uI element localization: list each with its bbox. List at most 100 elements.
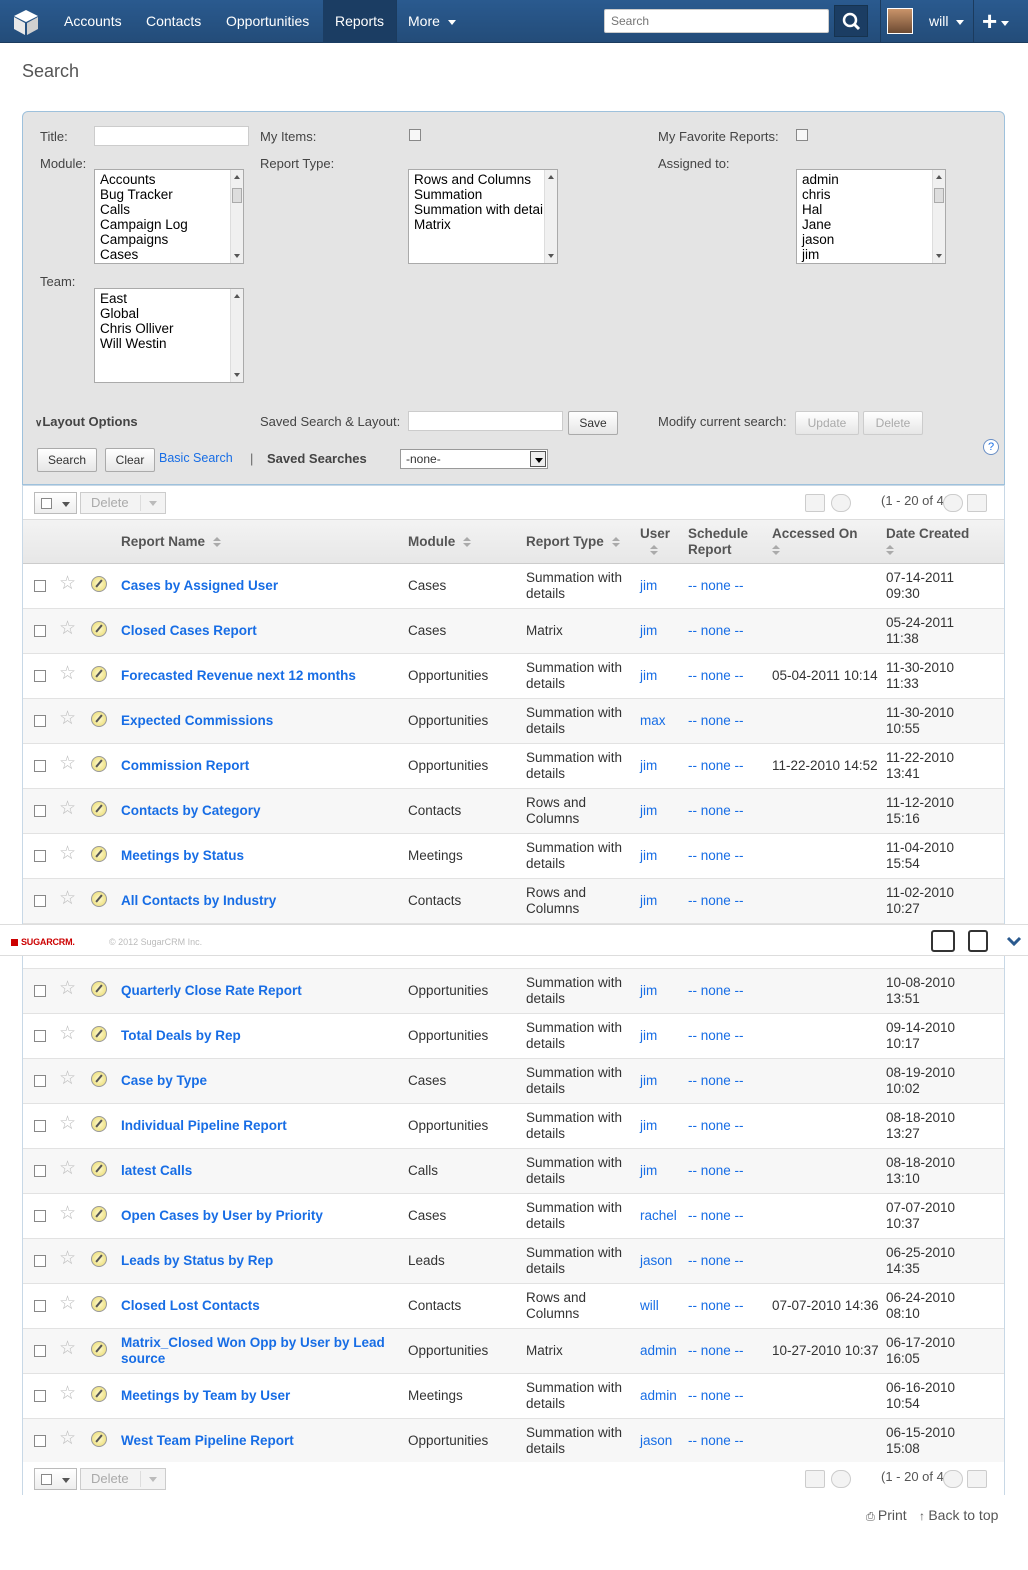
global-search-input[interactable] bbox=[604, 9, 829, 33]
edit-icon[interactable] bbox=[91, 1341, 107, 1357]
list-item[interactable]: admin bbox=[797, 172, 945, 187]
scroll-down-icon[interactable] bbox=[548, 254, 554, 258]
nav-opportunities[interactable]: Opportunities bbox=[214, 0, 321, 43]
last-page-icon[interactable] bbox=[967, 494, 987, 512]
list-item[interactable]: Campaigns bbox=[95, 232, 243, 247]
list-item[interactable]: chris bbox=[797, 187, 945, 202]
report-name-link[interactable]: Expected Commissions bbox=[121, 713, 273, 729]
schedule-link[interactable]: -- none -- bbox=[688, 578, 744, 594]
row-checkbox[interactable] bbox=[34, 1300, 46, 1312]
schedule-link[interactable]: -- none -- bbox=[688, 1298, 744, 1314]
chevron-down-icon[interactable] bbox=[1006, 933, 1022, 949]
row-checkbox[interactable] bbox=[34, 1075, 46, 1087]
list-item[interactable]: Jane bbox=[797, 217, 945, 232]
row-checkbox[interactable] bbox=[34, 1255, 46, 1267]
user-link[interactable]: will bbox=[640, 1298, 659, 1314]
report-name-link[interactable]: Leads by Status by Rep bbox=[121, 1253, 273, 1269]
report-name-link[interactable]: Closed Lost Contacts bbox=[121, 1298, 260, 1314]
list-item[interactable]: Will Westin bbox=[95, 336, 243, 351]
nav-reports[interactable]: Reports bbox=[323, 0, 397, 43]
document-icon[interactable] bbox=[968, 930, 988, 952]
clear-button[interactable]: Clear bbox=[105, 448, 155, 472]
table-row[interactable]: ☆ Open Cases by User by Priority Cases Summ… bbox=[23, 1194, 1004, 1239]
table-row[interactable]: ☆ latest Calls Calls Summation with details j… bbox=[23, 1149, 1004, 1194]
user-link[interactable]: jim bbox=[640, 803, 657, 819]
star-icon[interactable]: ☆ bbox=[59, 889, 76, 909]
user-link[interactable]: max bbox=[640, 713, 666, 729]
star-icon[interactable]: ☆ bbox=[59, 664, 76, 684]
schedule-link[interactable]: -- none -- bbox=[688, 623, 744, 639]
col-module[interactable]: Module bbox=[408, 534, 472, 550]
report-name-link[interactable]: Meetings by Team by User bbox=[121, 1388, 290, 1404]
search-button[interactable]: Search bbox=[37, 448, 97, 472]
schedule-link[interactable]: -- none -- bbox=[688, 1388, 744, 1404]
table-row[interactable]: ☆ Closed Lost Contacts Contacts Rows and Col… bbox=[23, 1284, 1004, 1329]
list-item[interactable]: Rows and Columns bbox=[409, 172, 557, 187]
scrollbar[interactable] bbox=[544, 170, 557, 263]
table-row[interactable]: ☆ Meetings by Team by User Meetings Summati… bbox=[23, 1374, 1004, 1419]
list-item[interactable]: Summation with detai bbox=[409, 202, 557, 217]
scroll-up-icon[interactable] bbox=[234, 175, 240, 179]
row-checkbox[interactable] bbox=[34, 805, 46, 817]
row-checkbox[interactable] bbox=[34, 760, 46, 772]
update-button[interactable]: Update bbox=[795, 411, 859, 435]
table-row[interactable]: ☆ Commission Report Opportunities Summation… bbox=[23, 744, 1004, 789]
schedule-link[interactable]: -- none -- bbox=[688, 1028, 744, 1044]
report-name-link[interactable]: Closed Cases Report bbox=[121, 623, 257, 639]
edit-icon[interactable] bbox=[91, 1296, 107, 1312]
list-item[interactable]: Campaign Log bbox=[95, 217, 243, 232]
list-item[interactable]: jim bbox=[797, 247, 945, 262]
user-link[interactable]: jim bbox=[640, 1028, 657, 1044]
schedule-link[interactable]: -- none -- bbox=[688, 803, 744, 819]
user-link[interactable]: jason bbox=[640, 1253, 672, 1269]
title-input[interactable] bbox=[94, 126, 249, 146]
first-page-icon[interactable] bbox=[805, 494, 825, 512]
star-icon[interactable]: ☆ bbox=[59, 619, 76, 639]
favorites-checkbox[interactable] bbox=[796, 129, 808, 141]
star-icon[interactable]: ☆ bbox=[59, 1249, 76, 1269]
row-checkbox[interactable] bbox=[34, 850, 46, 862]
row-checkbox[interactable] bbox=[34, 1030, 46, 1042]
star-icon[interactable]: ☆ bbox=[59, 1204, 76, 1224]
user-link[interactable]: jim bbox=[640, 848, 657, 864]
table-row[interactable]: ☆ All Contacts by Industry Contacts Rows an… bbox=[23, 879, 1004, 924]
schedule-link[interactable]: -- none -- bbox=[688, 983, 744, 999]
print-link[interactable]: ⎙ Print bbox=[866, 1507, 907, 1524]
schedule-link[interactable]: -- none -- bbox=[688, 1253, 744, 1269]
table-row[interactable]: ☆ Total Deals by Rep Opportunities Summatio… bbox=[23, 1014, 1004, 1059]
list-item[interactable]: East bbox=[95, 291, 243, 306]
star-icon[interactable]: ☆ bbox=[59, 709, 76, 729]
star-icon[interactable]: ☆ bbox=[59, 1384, 76, 1404]
star-icon[interactable]: ☆ bbox=[59, 574, 76, 594]
table-row[interactable]: ☆ West Team Pipeline Report Opportunities S… bbox=[23, 1419, 1004, 1464]
module-listbox[interactable]: Accounts Bug Tracker Calls Campaign Log … bbox=[94, 169, 244, 264]
row-checkbox[interactable] bbox=[34, 1390, 46, 1402]
edit-icon[interactable] bbox=[91, 666, 107, 682]
edit-icon[interactable] bbox=[91, 756, 107, 772]
edit-icon[interactable] bbox=[91, 1206, 107, 1222]
schedule-link[interactable]: -- none -- bbox=[688, 1118, 744, 1134]
report-name-link[interactable]: Matrix_Closed Won Opp by User by Lead sou… bbox=[121, 1335, 385, 1367]
star-icon[interactable]: ☆ bbox=[59, 1294, 76, 1314]
user-link[interactable]: jim bbox=[640, 578, 657, 594]
star-icon[interactable]: ☆ bbox=[59, 1069, 76, 1089]
edit-icon[interactable] bbox=[91, 1071, 107, 1087]
chevron-down-icon[interactable] bbox=[530, 451, 546, 467]
table-row[interactable]: ☆ Matrix_Closed Won Opp by User by Lead so… bbox=[23, 1329, 1004, 1374]
row-checkbox[interactable] bbox=[34, 1210, 46, 1222]
report-name-link[interactable]: All Contacts by Industry bbox=[121, 893, 276, 909]
report-name-link[interactable]: Open Cases by User by Priority bbox=[121, 1208, 323, 1224]
report-name-link[interactable]: latest Calls bbox=[121, 1163, 192, 1179]
col-created[interactable]: Date Created bbox=[886, 526, 969, 558]
back-to-top-link[interactable]: ↑ Back to top bbox=[919, 1507, 998, 1523]
row-checkbox[interactable] bbox=[34, 1345, 46, 1357]
user-link[interactable]: jim bbox=[640, 623, 657, 639]
edit-icon[interactable] bbox=[91, 891, 107, 907]
nav-contacts[interactable]: Contacts bbox=[134, 0, 213, 43]
select-all-dropdown[interactable] bbox=[34, 492, 77, 514]
row-checkbox[interactable] bbox=[34, 895, 46, 907]
edit-icon[interactable] bbox=[91, 576, 107, 592]
schedule-link[interactable]: -- none -- bbox=[688, 758, 744, 774]
star-icon[interactable]: ☆ bbox=[59, 1114, 76, 1134]
schedule-link[interactable]: -- none -- bbox=[688, 893, 744, 909]
